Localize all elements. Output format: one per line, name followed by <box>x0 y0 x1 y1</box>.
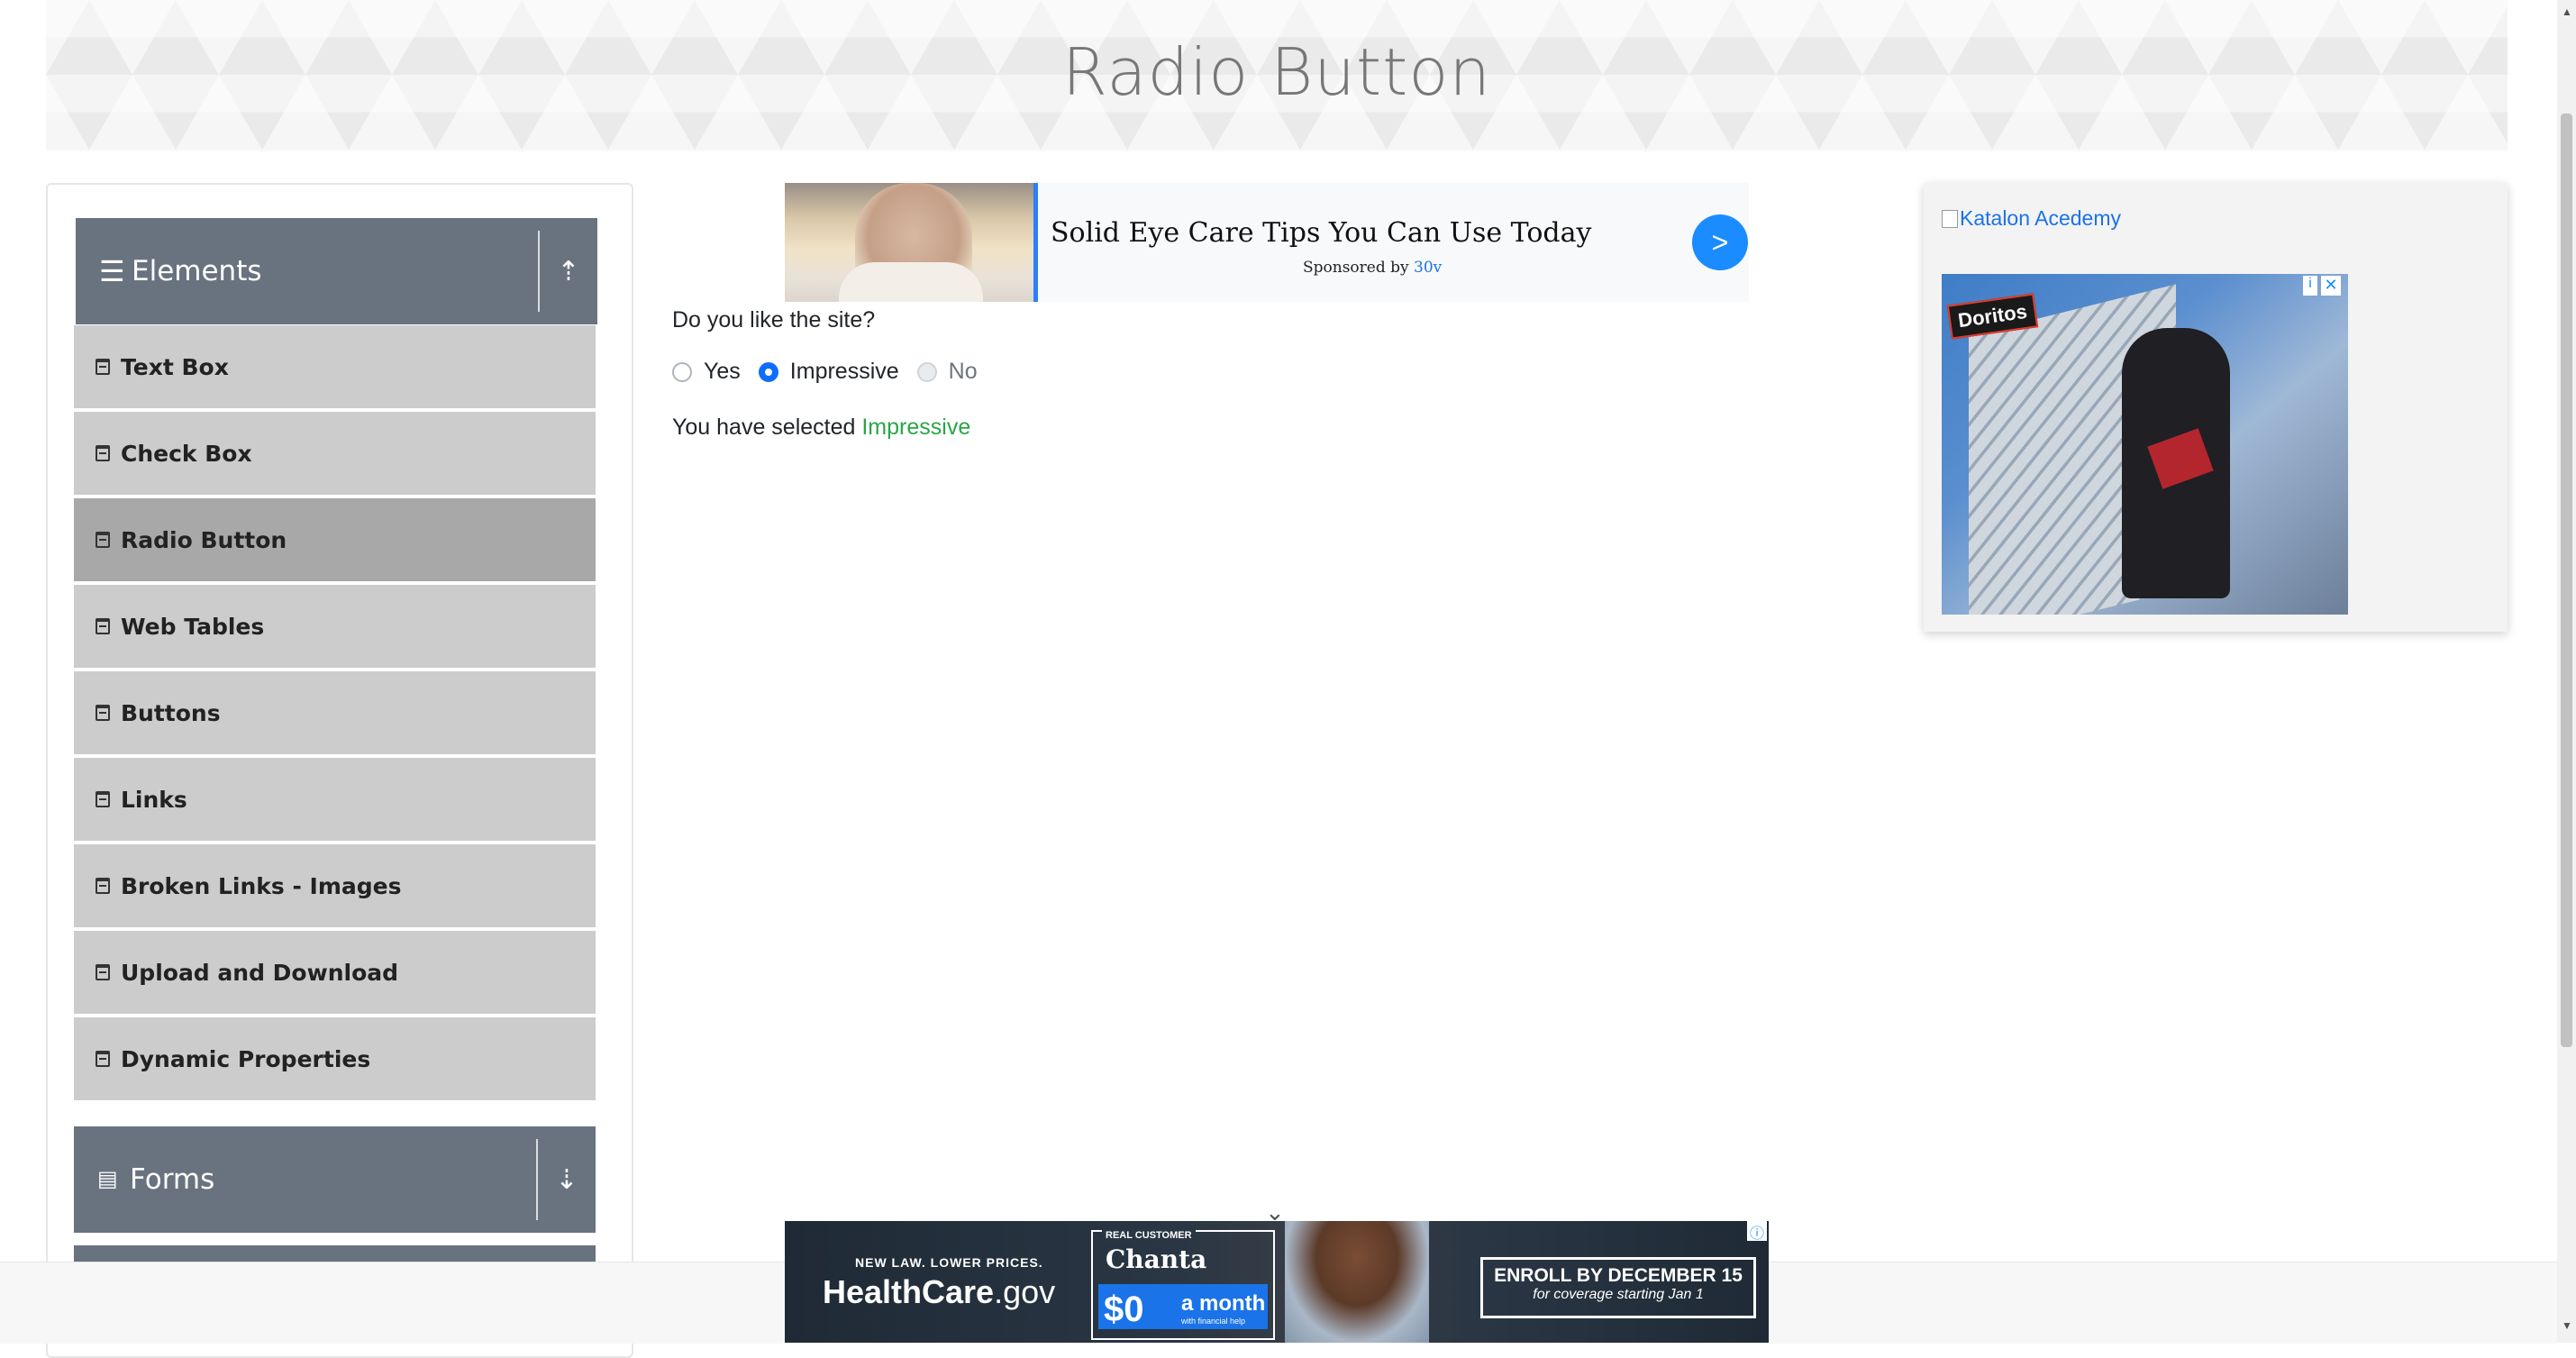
price-period: a month <box>1181 1291 1266 1316</box>
radio-label[interactable]: Impressive <box>790 359 899 385</box>
scroll-up-arrow-icon[interactable]: ▲ <box>2562 5 2572 18</box>
document-icon: ▤ <box>97 1167 118 1191</box>
sidebar-item-links[interactable]: Links <box>74 758 596 844</box>
top-advertisement[interactable]: Solid Eye Care Tips You Can Use Today Sp… <box>785 183 1749 302</box>
page-title: Radio Button <box>1061 34 1492 110</box>
logo-main: HealthCare <box>823 1273 995 1310</box>
forms-group-title: Forms <box>130 1163 215 1196</box>
radio-label: No <box>948 359 978 384</box>
ad-photo <box>785 183 1038 302</box>
html5-icon <box>96 445 110 461</box>
sidebar-item-upload-download[interactable]: Upload and Download <box>74 931 596 1017</box>
sidebar-item-text-box[interactable]: Text Box <box>74 325 596 412</box>
enroll-box[interactable]: ENROLL BY DECEMBER 15 for coverage start… <box>1480 1257 1756 1318</box>
close-icon[interactable]: ✕ <box>2321 276 2341 296</box>
scroll-thumb[interactable] <box>2561 114 2572 1047</box>
expand-down-icon[interactable]: ⇣ <box>538 1126 596 1233</box>
promo-image[interactable]: Doritos i ✕ <box>1942 274 2348 615</box>
radio-impressive[interactable]: Impressive <box>758 359 899 385</box>
page-banner: Radio Button <box>46 0 2508 151</box>
bottom-advertisement[interactable]: NEW LAW. LOWER PRICES. HealthCare.gov RE… <box>785 1221 1769 1343</box>
html5-icon <box>96 964 110 980</box>
right-advertisement: Katalon Acedemy Doritos i ✕ <box>1924 183 2508 632</box>
html5-icon <box>96 1051 110 1067</box>
ad-tagline: NEW LAW. LOWER PRICES. <box>855 1255 1043 1270</box>
enroll-title: ENROLL BY DECEMBER 15 <box>1494 1265 1743 1286</box>
radio-circle[interactable] <box>758 361 778 382</box>
sidebar-item-label: Links <box>121 786 187 813</box>
ad-go-button[interactable]: > <box>1692 214 1748 270</box>
sidebar-item-label: Upload and Download <box>121 959 399 986</box>
scroll-down-arrow-icon[interactable]: ▼ <box>2562 1319 2572 1332</box>
elements-menu: Text Box Check Box Radio Button Web Tabl… <box>74 325 596 1104</box>
result-value: Impressive <box>861 415 971 440</box>
logo-suffix: .gov <box>994 1273 1056 1310</box>
sidebar-item-label: Broken Links - Images <box>121 872 402 899</box>
sidebar-item-label: Check Box <box>121 440 252 467</box>
scrollbar[interactable]: ▲ ▼ <box>2557 0 2576 1343</box>
price-note: with financial help <box>1181 1317 1246 1326</box>
sidebar-item-web-tables[interactable]: Web Tables <box>74 585 596 671</box>
enroll-subtitle: for coverage starting Jan 1 <box>1533 1287 1704 1302</box>
ad-person-image <box>1285 1221 1429 1343</box>
ad-sponsor-name[interactable]: 30v <box>1414 259 1442 277</box>
real-customer-label: REAL CUSTOMER <box>1102 1230 1196 1241</box>
radio-no: No <box>916 359 978 385</box>
selection-result: You have selected Impressive <box>672 415 970 441</box>
radio-question: Do you like the site? <box>672 307 876 333</box>
sidebar-item-label: Buttons <box>121 699 221 726</box>
sidebar-item-label: Text Box <box>121 353 229 380</box>
ad-info-icon[interactable]: i <box>2303 276 2317 296</box>
result-prefix: You have selected <box>672 415 856 440</box>
radio-yes[interactable]: Yes <box>672 359 741 385</box>
ad-sponsor: Sponsored by 30v <box>1303 259 1442 277</box>
broken-image-link[interactable]: Katalon Acedemy <box>1942 206 2121 231</box>
sidebar-item-label: Web Tables <box>121 613 265 640</box>
broken-image-alt[interactable]: Katalon Acedemy <box>1960 206 2121 231</box>
elements-group-title: Elements <box>132 255 262 287</box>
sidebar-item-dynamic-properties[interactable]: Dynamic Properties <box>74 1017 596 1104</box>
collapse-up-icon[interactable]: ⇡ <box>540 218 597 324</box>
sidebar-item-radio-button[interactable]: Radio Button <box>74 498 596 585</box>
ad-headline[interactable]: Solid Eye Care Tips You Can Use Today <box>1051 217 1591 249</box>
hamburger-icon: ☰ <box>99 255 125 287</box>
html5-icon <box>96 532 110 548</box>
sidebar-item-check-box[interactable]: Check Box <box>74 412 596 498</box>
broken-image-icon <box>1942 209 1958 228</box>
html5-icon <box>96 705 110 721</box>
ad-sponsor-prefix: Sponsored by <box>1303 259 1409 277</box>
sidebar-item-label: Radio Button <box>121 526 287 553</box>
sidebar-item-broken-links[interactable]: Broken Links - Images <box>74 844 596 931</box>
forms-group-header[interactable]: ▤ Forms ⇣ <box>74 1126 596 1233</box>
html5-icon <box>96 878 110 894</box>
elements-group-header[interactable]: ☰ Elements ⇡ <box>76 218 597 324</box>
radio-group: Yes Impressive No <box>672 359 996 385</box>
sidebar-item-buttons[interactable]: Buttons <box>74 671 596 758</box>
next-group-header[interactable] <box>74 1245 596 1263</box>
radio-circle <box>916 361 937 382</box>
html5-icon <box>96 618 110 634</box>
ad-scarf-image <box>839 262 983 302</box>
customer-card: REAL CUSTOMER Chanta pays $0 a month wit… <box>1091 1230 1275 1340</box>
healthcare-logo: HealthCare.gov <box>823 1273 1055 1311</box>
html5-icon <box>96 791 110 807</box>
radio-label[interactable]: Yes <box>704 359 741 385</box>
sidebar-item-label: Dynamic Properties <box>121 1045 371 1072</box>
price-box: $0 a month with financial help <box>1098 1284 1268 1329</box>
html5-icon <box>96 359 110 375</box>
price-value: $0 <box>1104 1290 1144 1329</box>
radio-circle[interactable] <box>672 361 692 382</box>
ad-info-icon[interactable]: ⓘ <box>1747 1221 1767 1242</box>
